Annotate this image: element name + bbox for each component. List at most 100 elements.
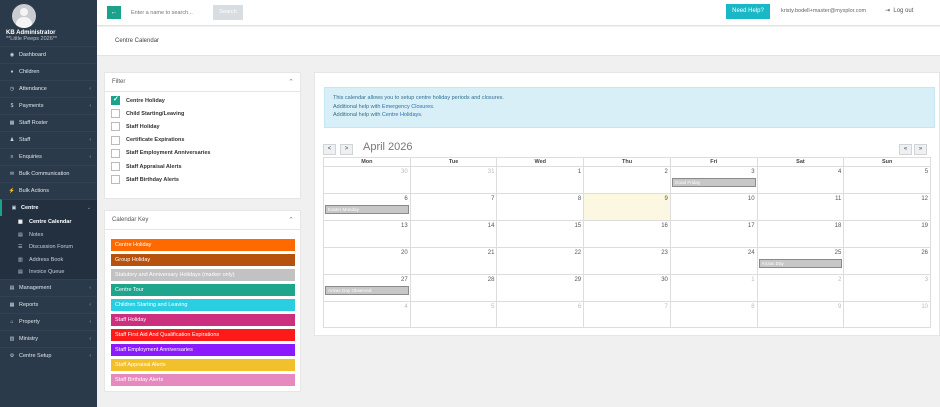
calendar-day[interactable]: 10 — [669, 194, 757, 220]
logout-link[interactable]: ⇥ Log out — [885, 7, 913, 14]
calendar-day[interactable]: 31 — [409, 167, 497, 193]
calendar-event[interactable]: Anzac Day Observed — [325, 286, 409, 295]
filter-checkbox[interactable] — [111, 109, 120, 119]
calendar-day[interactable]: 16 — [583, 221, 670, 247]
calendar-event[interactable]: Anzac Day — [758, 259, 843, 268]
sidebar-item-attendance[interactable]: ◷ Attendance ‹ — [0, 80, 97, 97]
filter-option[interactable]: Staff Birthday Alerts — [105, 173, 300, 186]
prev-month-button[interactable]: < — [323, 144, 336, 155]
calendar-day[interactable]: 10 — [843, 302, 930, 327]
filter-checkbox[interactable] — [111, 162, 120, 172]
prev-year-button[interactable]: « — [899, 144, 912, 155]
sidebar-item-payments[interactable]: $ Payments ‹ — [0, 97, 97, 114]
sidebar-item-centre-setup[interactable]: ⚙ Centre Setup ‹ — [0, 346, 97, 364]
calendar-day[interactable]: 4 — [324, 302, 410, 327]
sidebar-item-staff-roster[interactable]: ▦ Staff Roster — [0, 114, 97, 131]
calendar-day[interactable]: 30 — [324, 167, 410, 193]
calendar-day[interactable]: 2 — [583, 167, 670, 193]
calendar-event[interactable]: Easter Monday — [325, 205, 409, 214]
sidebar-subitem-discussion-forum[interactable]: ☰ Discussion Forum — [0, 241, 97, 254]
calendar-event[interactable]: Good Friday — [671, 178, 756, 187]
search-button[interactable]: Search — [213, 5, 243, 20]
sidebar-subitem-centre-calendar[interactable]: ▦ Centre Calendar — [0, 216, 97, 229]
calendar-day[interactable]: 6 Easter Monday — [324, 194, 410, 220]
calendar-day[interactable]: 5 — [409, 302, 497, 327]
info-box: This calendar allows you to setup centre… — [324, 87, 935, 128]
building-icon: ▣ — [11, 205, 17, 211]
sidebar-item-bulk-actions[interactable]: ⚡ Bulk Actions — [0, 182, 97, 199]
sidebar-subitem-address-book[interactable]: ▥ Address Book — [0, 253, 97, 266]
sidebar-item-reports[interactable]: ▦ Reports ‹ — [0, 295, 97, 313]
collapse-icon[interactable]: ⌃ — [288, 78, 294, 86]
calendar-day[interactable]: 5 — [843, 167, 930, 193]
calendar-day[interactable]: 3 — [843, 275, 930, 301]
filter-checkbox[interactable] — [111, 122, 120, 132]
sidebar-item-enquiries[interactable]: ≡ Enquiries ‹ — [0, 148, 97, 165]
collapse-icon[interactable]: ⌃ — [288, 216, 294, 224]
calendar-day[interactable]: 9 — [583, 194, 670, 220]
calendar-day[interactable]: 22 — [496, 248, 583, 274]
filter-checkbox[interactable] — [111, 148, 120, 158]
megaphone-icon: ✉ — [9, 171, 15, 177]
need-help-button[interactable]: Need Help? — [726, 4, 770, 19]
enquiries-icon: ≡ — [10, 154, 14, 160]
calendar-day[interactable]: 29 — [496, 275, 583, 301]
filter-checkbox[interactable] — [111, 175, 120, 185]
sidebar-subitem-invoice-queue[interactable]: ▤ Invoice Queue — [0, 266, 97, 279]
calendar-day[interactable]: 28 — [409, 275, 497, 301]
filter-option[interactable]: Staff Employment Anniversaries — [105, 147, 300, 160]
calendar-day[interactable]: 1 — [496, 167, 583, 193]
calendar-day[interactable]: 8 — [669, 302, 757, 327]
filter-option[interactable]: Staff Holiday — [105, 120, 300, 133]
sidebar-item-centre[interactable]: ▣ Centre ⌄ — [0, 199, 97, 216]
calendar-day[interactable]: 2 — [756, 275, 844, 301]
sidebar-item-management[interactable]: ▤ Management ‹ — [0, 278, 97, 296]
sidebar-item-bulk-communication[interactable]: ✉ Bulk Communication — [0, 165, 97, 182]
calendar-day[interactable]: 9 — [756, 302, 844, 327]
calendar-day[interactable]: 19 — [843, 221, 930, 247]
day-number: 31 — [487, 169, 495, 175]
filter-option[interactable]: Child Starting/Leaving — [105, 107, 300, 120]
filter-checkbox[interactable] — [111, 95, 120, 106]
calendar-day[interactable]: 7 — [409, 194, 497, 220]
calendar-day[interactable]: 25 Anzac Day — [756, 248, 844, 274]
calendar-day[interactable]: 20 — [324, 248, 410, 274]
sidebar-item-property[interactable]: ⌂ Property ‹ — [0, 312, 97, 330]
avatar[interactable] — [12, 4, 36, 28]
calendar-day[interactable]: 30 — [583, 275, 670, 301]
calendar-day[interactable]: 27 Anzac Day Observed — [324, 275, 410, 301]
day-number: 10 — [747, 196, 755, 202]
centre-holidays-link[interactable]: Centre Holidays. — [382, 112, 423, 118]
sidebar-item-children[interactable]: ♦ Children — [0, 63, 97, 80]
calendar-day[interactable]: 12 — [843, 194, 930, 220]
sidebar-item-staff[interactable]: ♟ Staff ‹ — [0, 131, 97, 148]
calendar-day[interactable]: 3 Good Friday — [669, 167, 757, 193]
calendar-day[interactable]: 4 — [756, 167, 844, 193]
sidebar-item-ministry[interactable]: ▥ Ministry ‹ — [0, 329, 97, 347]
calendar-day[interactable]: 11 — [756, 194, 844, 220]
search-input[interactable] — [129, 6, 209, 19]
sidebar-item-dashboard[interactable]: ◉ Dashboard — [0, 46, 97, 63]
calendar-day[interactable]: 13 — [324, 221, 410, 247]
emergency-closures-link[interactable]: Emergency Closures. — [382, 104, 435, 110]
filter-option[interactable]: Centre Holiday — [105, 94, 300, 107]
calendar-day[interactable]: 8 — [496, 194, 583, 220]
sidebar-subitem-notes[interactable]: ▤ Notes — [0, 228, 97, 241]
filter-option[interactable]: Staff Appraisal Alerts — [105, 160, 300, 173]
filter-checkbox[interactable] — [111, 135, 120, 145]
calendar-day[interactable]: 17 — [669, 221, 757, 247]
next-year-button[interactable]: » — [914, 144, 927, 155]
calendar-day[interactable]: 24 — [669, 248, 757, 274]
calendar-day[interactable]: 23 — [583, 248, 670, 274]
calendar-day[interactable]: 1 — [669, 275, 757, 301]
next-month-button[interactable]: > — [340, 144, 353, 155]
back-button[interactable]: ← — [107, 6, 121, 19]
filter-option[interactable]: Certificate Expirations — [105, 134, 300, 147]
calendar-day[interactable]: 15 — [496, 221, 583, 247]
calendar-day[interactable]: 14 — [409, 221, 497, 247]
calendar-day[interactable]: 26 — [843, 248, 930, 274]
calendar-day[interactable]: 21 — [409, 248, 497, 274]
calendar-day[interactable]: 6 — [496, 302, 583, 327]
calendar-day[interactable]: 18 — [756, 221, 844, 247]
calendar-day[interactable]: 7 — [583, 302, 670, 327]
